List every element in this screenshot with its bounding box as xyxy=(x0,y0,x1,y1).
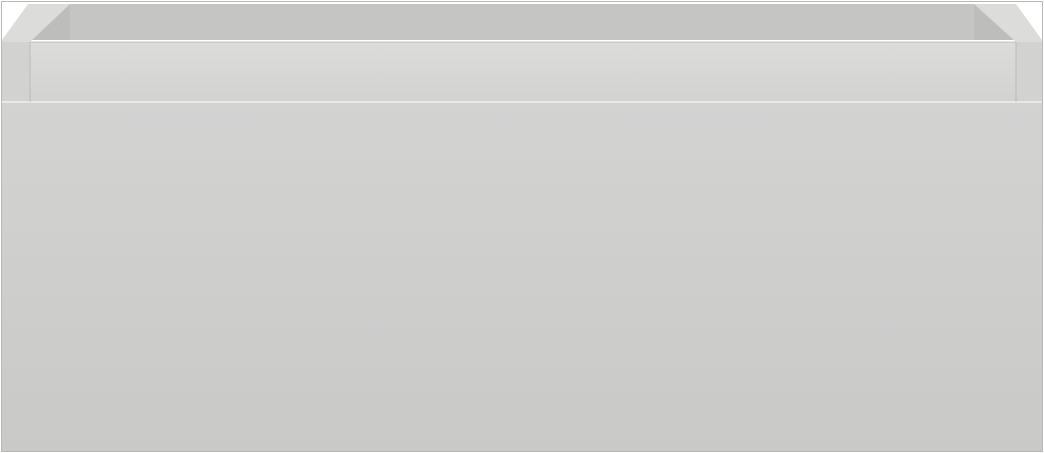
inner-back-wall xyxy=(70,4,974,40)
planter-box-image xyxy=(0,0,1044,453)
front-panel xyxy=(2,102,1042,451)
planter-box-illustration xyxy=(1,1,1043,452)
rim-front-band xyxy=(30,42,1016,102)
rim-left-corner xyxy=(2,42,30,102)
rim-right-corner xyxy=(1016,42,1042,102)
